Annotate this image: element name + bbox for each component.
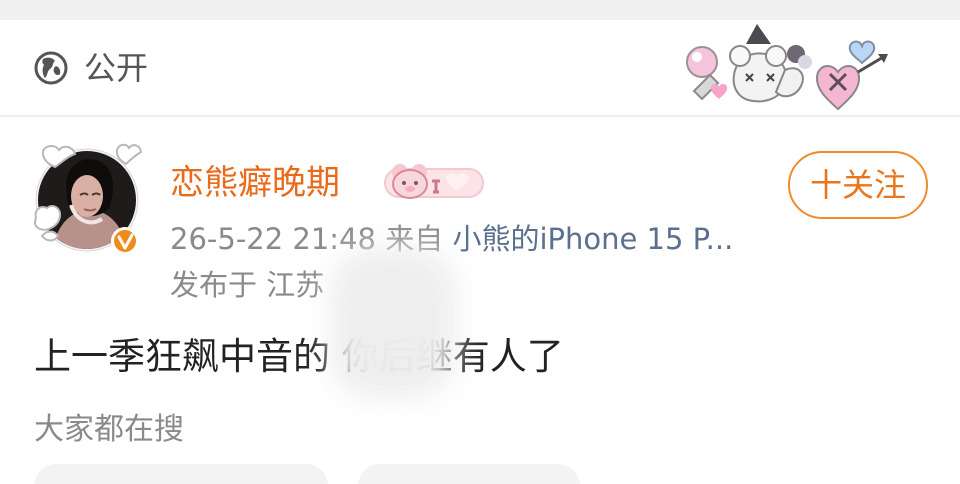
post-text: 上一季狂飙中音的 你后继有人了: [34, 335, 564, 378]
weibo-post-screen: 公开 恋熊癖晚期 十关注 26-5-22 21:48 来自 小熊的iPhone …: [0, 0, 960, 484]
avatar[interactable]: [26, 140, 148, 264]
bear-badge-icon: [384, 164, 484, 199]
username[interactable]: 恋熊癖晚期: [170, 160, 340, 206]
follow-button[interactable]: 十关注: [788, 151, 928, 219]
post-metadata: 26-5-22 21:48 来自 小熊的iPhone 15 P...: [170, 219, 733, 259]
globe-icon: [34, 51, 68, 85]
trending-search-heading: 大家都在搜: [34, 412, 184, 447]
blurred-redaction: [330, 248, 456, 398]
trending-search-chip[interactable]: [34, 464, 328, 484]
visibility-label: 公开: [84, 49, 149, 87]
post-location: 发布于 江苏: [170, 268, 325, 302]
bear-sticker-decoration: [686, 24, 888, 111]
post-timestamp: 26-5-22 21:48: [170, 222, 376, 256]
section-divider: [0, 115, 960, 117]
post-device[interactable]: 小熊的iPhone 15 P...: [452, 222, 733, 256]
top-separator: [0, 0, 960, 20]
trending-search-chip[interactable]: [358, 464, 580, 484]
